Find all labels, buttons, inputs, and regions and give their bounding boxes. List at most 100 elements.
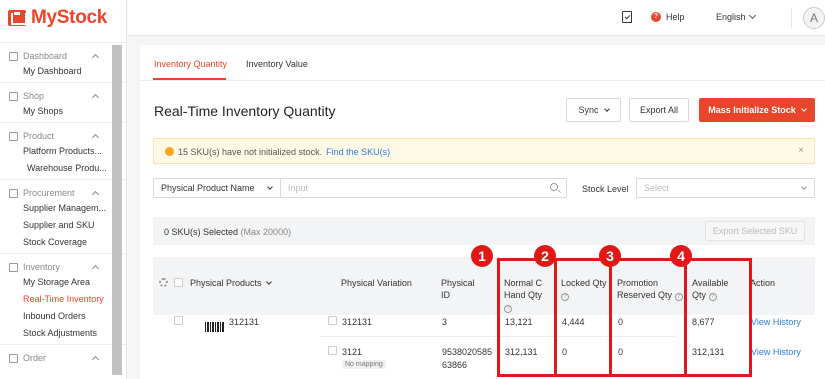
sidebar-scrollbar[interactable]	[112, 45, 122, 375]
chart-icon	[9, 51, 18, 61]
view-history-link[interactable]: View History	[751, 316, 801, 329]
nav-section-label: Product	[23, 131, 55, 141]
annotation-box-1	[497, 258, 557, 377]
search-field-select[interactable]: Physical Product Name	[153, 178, 281, 198]
sync-label: Sync	[578, 105, 599, 115]
search-icon[interactable]	[550, 183, 558, 191]
chevron-down-icon	[603, 106, 610, 112]
divider	[791, 8, 792, 28]
search-placeholder: Input	[288, 183, 309, 193]
tab-inventory-quantity[interactable]: Inventory Quantity	[154, 59, 227, 69]
nav-section-procurement[interactable]: Procurement	[0, 186, 126, 200]
sidebar-item-my-shops[interactable]: My Shops	[0, 103, 126, 120]
variation-name: 312131	[342, 317, 373, 327]
nav-section-label: Shop	[23, 91, 45, 101]
chevron-down-icon[interactable]	[748, 11, 757, 20]
col-label: Physical Products	[190, 278, 262, 288]
variation-checkbox[interactable]	[328, 316, 337, 325]
col-physical-variation: Physical Variation	[341, 278, 412, 288]
annotation-badge-2: 2	[534, 245, 556, 267]
tab-inventory-value[interactable]: Inventory Value	[246, 59, 308, 69]
close-icon[interactable]: ×	[798, 145, 804, 156]
page-title: Real-Time Inventory Quantity	[154, 103, 336, 119]
chevron-up-icon	[91, 93, 100, 101]
find-sku-link[interactable]: Find the SKU(s)	[326, 147, 390, 157]
sidebar-item-inbound-orders[interactable]: Inbound Orders	[0, 308, 126, 325]
barcode-icon	[205, 322, 224, 332]
sidebar-item-platform-products[interactable]: Platform Products...	[0, 143, 126, 160]
app-name: MyStock	[31, 7, 108, 28]
uninitialized-stock-alert: 15 SKU(s) have not initialized stock. Fin…	[153, 138, 815, 164]
col-label: ID	[441, 290, 450, 300]
nav-section-order[interactable]: Order	[0, 351, 126, 365]
sidebar-item-stock-coverage[interactable]: Stock Coverage	[0, 234, 126, 251]
settings-icon[interactable]	[159, 278, 168, 287]
view-history-link[interactable]: View History	[751, 346, 801, 359]
physical-id: 9538020585 63866	[442, 346, 492, 372]
col-physical-id: Physical ID	[441, 277, 475, 301]
avatar[interactable]: A	[803, 7, 825, 29]
clipboard-icon[interactable]	[622, 11, 632, 23]
stock-level-label: Stock Level	[582, 184, 629, 194]
product-name: 312131	[229, 317, 260, 327]
nav-section-inventory[interactable]: Inventory	[0, 260, 126, 274]
nav-section-label: Order	[23, 353, 47, 363]
app-logo[interactable]: MyStock	[0, 0, 126, 36]
inventory-icon	[9, 262, 18, 272]
sidebar-item-my-dashboard[interactable]: My Dashboard	[0, 63, 126, 80]
chevron-down-icon	[267, 184, 273, 190]
sidebar-item-my-storage-area[interactable]: My Storage Area	[0, 274, 126, 291]
order-icon	[9, 353, 18, 363]
variation-name: 3121	[342, 347, 363, 357]
warning-icon	[165, 147, 174, 156]
tab-bar: Inventory Quantity Inventory Value	[140, 45, 825, 81]
sidebar-item-supplier-management[interactable]: Supplier Managem...	[0, 200, 126, 217]
sidebar-item-stock-adjustments[interactable]: Stock Adjustments	[0, 325, 126, 342]
help-link[interactable]: Help	[666, 12, 685, 22]
top-bar: ? Help English A	[128, 0, 825, 36]
select-all-checkbox[interactable]	[174, 278, 183, 287]
procurement-icon	[9, 188, 18, 198]
physical-id-line: 63866	[442, 360, 468, 370]
export-all-button[interactable]: Export All	[629, 98, 689, 122]
annotation-box-4	[684, 258, 752, 377]
annotation-badge-1: 1	[471, 245, 493, 267]
nav-section-product[interactable]: Product	[0, 129, 126, 143]
annotation-box-2	[554, 258, 612, 377]
col-label: Physical	[441, 278, 475, 288]
sidebar-item-real-time-inventory[interactable]: Real-Time Inventory	[0, 291, 126, 308]
language-select[interactable]: English	[716, 12, 746, 22]
variation-checkbox[interactable]	[328, 346, 337, 355]
shop-icon	[9, 91, 18, 101]
annotation-box-3	[609, 258, 687, 377]
sidebar: MyStock Dashboard My Dashboard Shop My S…	[0, 0, 127, 379]
chevron-down-icon	[800, 106, 807, 112]
search-input[interactable]: Input	[280, 178, 567, 198]
product-icon	[9, 131, 18, 141]
row-checkbox[interactable]	[174, 316, 183, 325]
chevron-up-icon	[91, 264, 100, 272]
help-icon[interactable]: ?	[651, 12, 661, 22]
sidebar-item-supplier-and-sku[interactable]: Supplier and SKU	[0, 217, 126, 234]
chevron-down-icon	[801, 184, 807, 190]
sidebar-item-warehouse-products[interactable]: Warehouse Produ...	[0, 160, 126, 177]
sync-button[interactable]: Sync	[566, 98, 621, 122]
no-mapping-badge: No mapping	[342, 360, 386, 369]
chevron-up-icon	[91, 355, 100, 363]
active-tab-indicator	[153, 78, 226, 80]
col-action: Action	[750, 278, 776, 288]
export-selected-sku-button[interactable]: Export Selected SKU	[705, 221, 805, 241]
nav-section-label: Dashboard	[23, 51, 68, 61]
mass-init-label: Mass Initialize Stock	[708, 105, 796, 115]
nav-section-shop[interactable]: Shop	[0, 89, 126, 103]
col-physical-products[interactable]: Physical Products	[190, 277, 272, 289]
physical-id: 3	[442, 317, 448, 327]
annotation-badge-4: 4	[670, 245, 692, 267]
selected-count: 0 SKU(s) Selected	[164, 227, 239, 237]
chevron-up-icon	[91, 53, 100, 61]
mass-initialize-stock-button[interactable]: Mass Initialize Stock	[699, 98, 815, 122]
alert-message: 15 SKU(s) have not initialized stock.	[178, 147, 323, 157]
nav-section-label: Procurement	[23, 188, 75, 198]
stock-level-select[interactable]: Select	[636, 178, 815, 198]
nav-section-dashboard[interactable]: Dashboard	[0, 49, 126, 63]
